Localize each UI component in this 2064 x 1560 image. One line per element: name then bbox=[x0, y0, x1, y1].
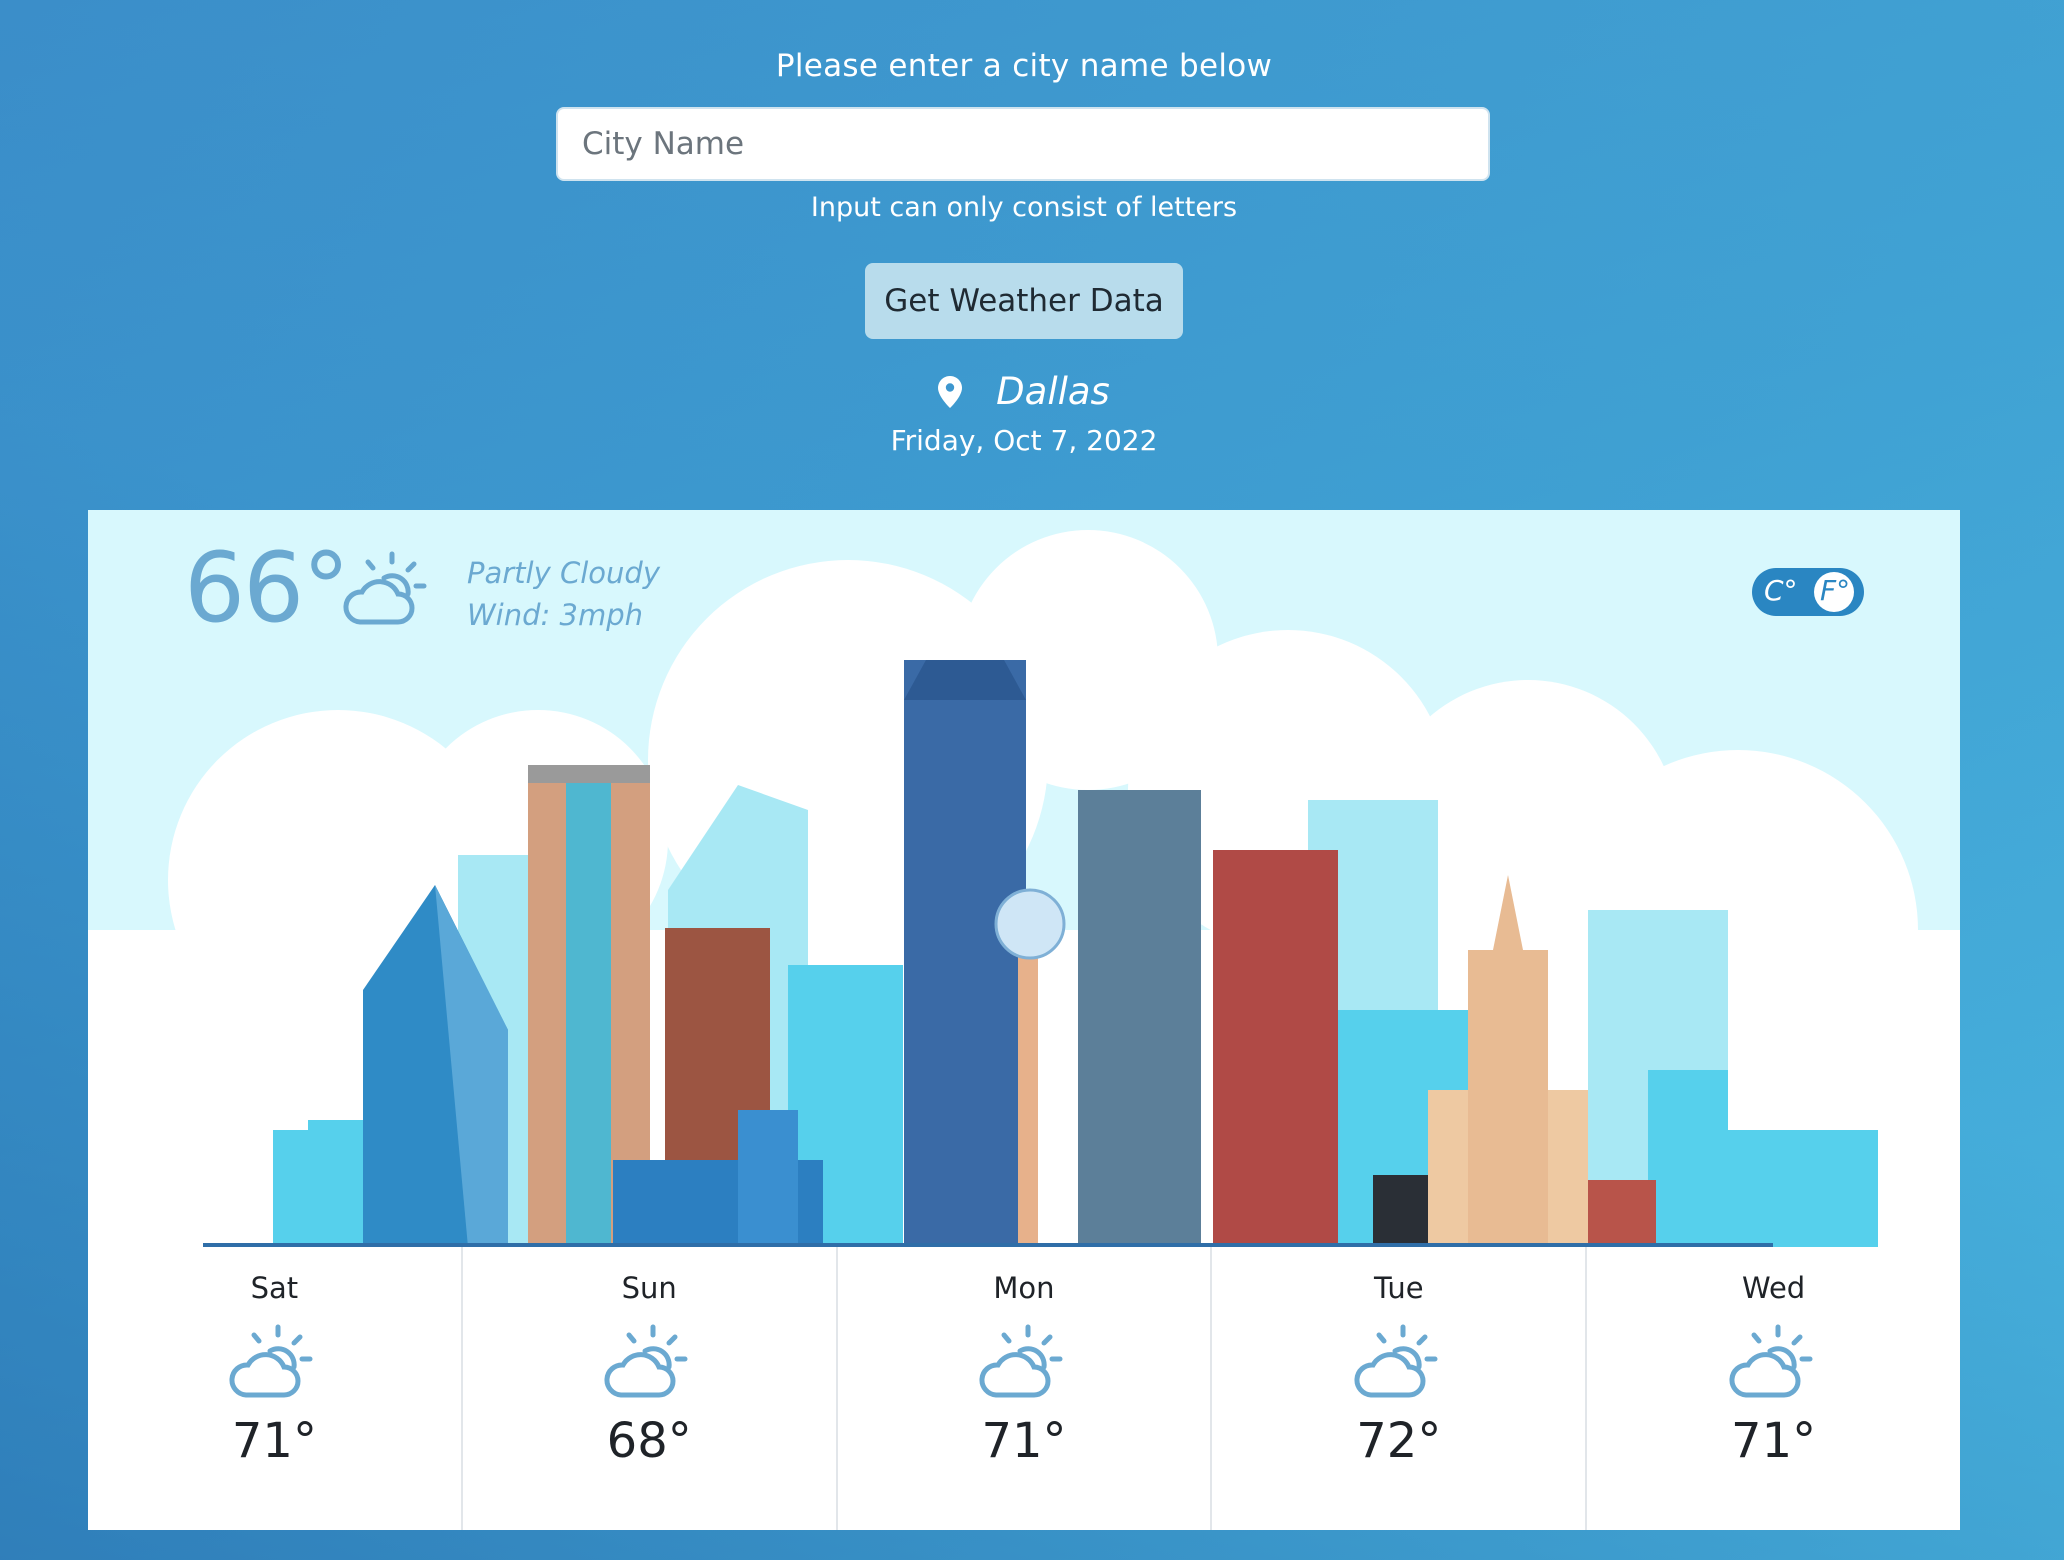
forecast-day: Mon 71° bbox=[835, 1247, 1211, 1530]
forecast-temperature: 68° bbox=[606, 1413, 692, 1469]
forecast-day-name: Wed bbox=[1741, 1271, 1806, 1305]
map-pin-icon bbox=[938, 376, 963, 408]
celsius-label: C° bbox=[1764, 574, 1798, 607]
partly-cloudy-icon bbox=[343, 551, 427, 625]
forecast-day-name: Tue bbox=[1374, 1271, 1424, 1305]
skyline-panel: 66° Partly Cloudy Wind: 3mph C° F° bbox=[88, 510, 1960, 1247]
forecast-day-name: Sun bbox=[621, 1271, 677, 1305]
location-row: Dallas bbox=[0, 370, 2048, 413]
forecast-day-name: Mon bbox=[993, 1271, 1055, 1305]
forecast-temperature: 71° bbox=[1731, 1413, 1817, 1469]
city-name: Dallas bbox=[996, 370, 1110, 413]
forecast-row: Sat 71° Sun 68° Mon 71° Tue 72° Wed 71° bbox=[88, 1247, 1960, 1530]
wind-text: Wind: 3mph bbox=[467, 598, 643, 632]
partly-cloudy-icon bbox=[604, 1324, 688, 1398]
search-prompt: Please enter a city name below bbox=[775, 48, 1273, 84]
forecast-day: Sun 68° bbox=[460, 1247, 836, 1530]
unit-toggle[interactable]: C° F° bbox=[1752, 568, 1864, 616]
partly-cloudy-icon bbox=[1354, 1324, 1438, 1398]
current-date: Friday, Oct 7, 2022 bbox=[890, 424, 1158, 457]
input-hint: Input can only consist of letters bbox=[810, 192, 1238, 223]
current-conditions: Partly Cloudy Wind: 3mph bbox=[467, 552, 660, 636]
current-temperature: 66° bbox=[184, 532, 350, 644]
partly-cloudy-icon bbox=[1729, 1324, 1813, 1398]
condition-text: Partly Cloudy bbox=[467, 556, 660, 590]
city-name-input[interactable] bbox=[556, 107, 1490, 181]
forecast-day: Sat 71° bbox=[88, 1247, 461, 1530]
forecast-temperature: 71° bbox=[231, 1413, 317, 1469]
forecast-day: Tue 72° bbox=[1210, 1247, 1585, 1530]
fahrenheit-label: F° bbox=[1820, 574, 1851, 607]
forecast-temperature: 71° bbox=[981, 1413, 1067, 1469]
weather-card: 66° Partly Cloudy Wind: 3mph C° F° Sat 7… bbox=[88, 510, 1960, 1530]
search-section: Please enter a city name below Input can… bbox=[0, 0, 2048, 480]
partly-cloudy-icon bbox=[229, 1324, 313, 1398]
forecast-day: Wed 71° bbox=[1585, 1247, 1960, 1530]
forecast-temperature: 72° bbox=[1356, 1413, 1442, 1469]
get-weather-button[interactable]: Get Weather Data bbox=[865, 263, 1183, 339]
forecast-day-name: Sat bbox=[250, 1271, 299, 1305]
partly-cloudy-icon bbox=[979, 1324, 1063, 1398]
